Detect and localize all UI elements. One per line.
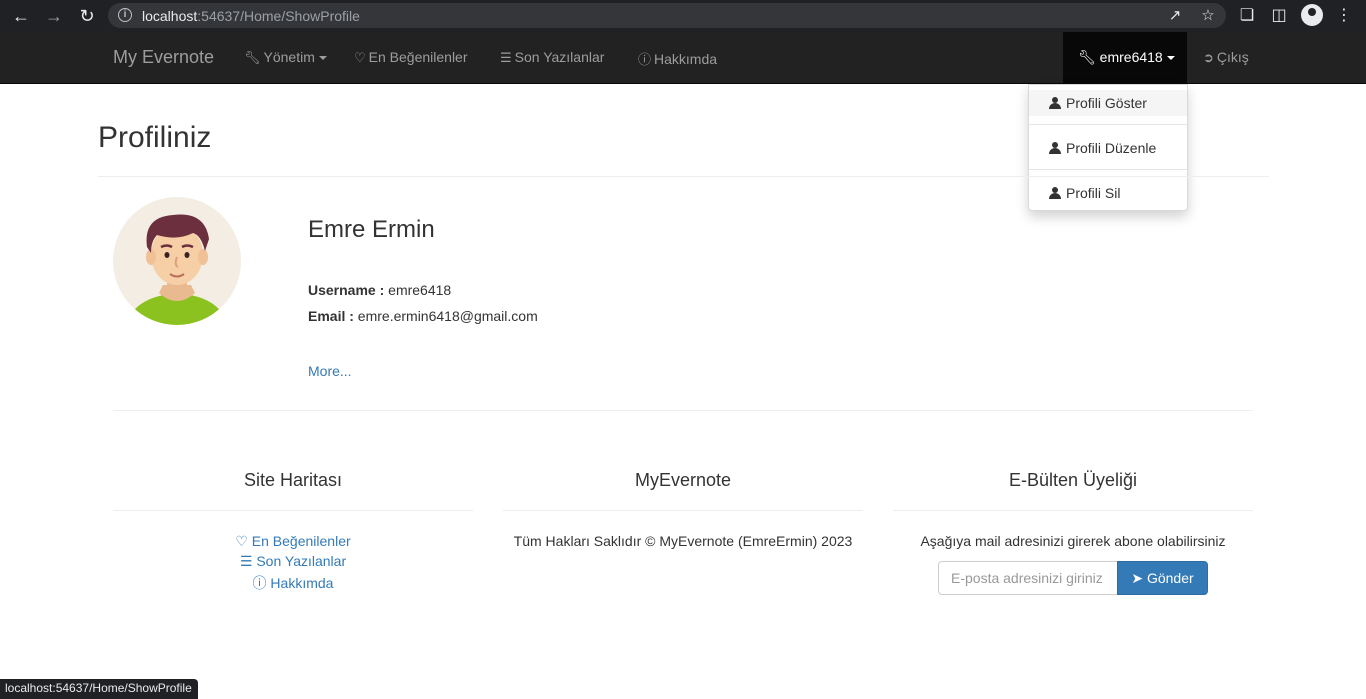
bookmark-star-icon[interactable]: ☆: [1198, 6, 1218, 26]
caret-down-icon: [318, 56, 327, 61]
wrench-icon: 🔧︎: [1078, 49, 1096, 65]
page-title: Profiliniz: [98, 121, 212, 154]
menu-divider: [1029, 124, 1187, 125]
user-icon: [1049, 187, 1061, 199]
user-icon: [1049, 142, 1061, 154]
sitemap-link-hakkimda[interactable]: ⓘ Hakkımda: [113, 573, 473, 593]
username-value: emre6418: [388, 282, 452, 298]
link-status-bubble: localhost:54637/Home/ShowProfile: [0, 679, 198, 699]
user-menu-toggle[interactable]: 🔧︎ emre6418: [1063, 32, 1187, 83]
profile-full-name: Emre Ermin: [308, 216, 435, 243]
share-icon[interactable]: ↗: [1165, 6, 1185, 26]
paper-plane-icon: ➤: [1131, 570, 1144, 586]
header-divider: [98, 176, 1269, 177]
side-panel-icon[interactable]: ◫: [1268, 5, 1290, 27]
info-icon: ⓘ: [252, 575, 267, 591]
about-divider: [503, 510, 863, 511]
browser-profile-avatar-icon[interactable]: [1301, 4, 1323, 26]
wrench-icon: 🔧︎: [244, 50, 261, 65]
profile-username-row: Username : emre6418: [308, 282, 451, 298]
menu-divider: [1029, 169, 1187, 170]
more-link[interactable]: More...: [308, 363, 352, 379]
content-divider: [113, 410, 1253, 411]
nav-yonetim[interactable]: 🔧︎ Yönetim: [244, 49, 327, 66]
site-info-icon[interactable]: i: [118, 8, 132, 22]
caret-down-icon: [1166, 56, 1175, 61]
menu-item-show-profile[interactable]: Profili Göster: [1029, 90, 1187, 116]
reload-icon[interactable]: ↻: [75, 4, 99, 28]
back-arrow-icon[interactable]: ←: [9, 4, 33, 28]
heart-icon: ♡: [235, 533, 248, 549]
browser-toolbar: ← → ↻ i localhost:54637/Home/ShowProfile…: [0, 0, 1366, 32]
url-text[interactable]: localhost:54637/Home/ShowProfile: [142, 8, 360, 24]
nav-son-yazilanlar[interactable]: ☰ Son Yazılanlar: [500, 49, 604, 66]
nav-hakkimda[interactable]: ⓘ Hakkımda: [638, 49, 717, 68]
extensions-puzzle-icon[interactable]: ❏: [1236, 5, 1258, 27]
profile-email-row: Email : emre.ermin6418@gmail.com: [308, 308, 538, 324]
menu-item-delete-profile[interactable]: Profili Sil: [1029, 180, 1187, 206]
nav-en-begenilenler[interactable]: ♡ En Beğenilenler: [354, 49, 468, 66]
newsletter-text: Aşağıya mail adresinizi girerek abone ol…: [920, 533, 1226, 549]
sitemap-link-son-yazilanlar[interactable]: ☰ Son Yazılanlar: [113, 553, 473, 570]
info-icon: ⓘ: [638, 52, 652, 67]
copyright-text: Tüm Hakları Saklıdır © MyEvernote (EmreE…: [513, 533, 853, 549]
address-bar[interactable]: i localhost:54637/Home/ShowProfile ↗ ☆: [108, 3, 1226, 28]
newsletter-email-input[interactable]: [938, 561, 1118, 595]
logout-icon: ➲: [1203, 50, 1214, 65]
user-dropdown-menu: Profili Göster Profili Düzenle Profili S…: [1028, 84, 1188, 211]
newsletter-title: E-Bülten Üyeliği: [1008, 470, 1138, 490]
browser-menu-icon[interactable]: ⋮: [1333, 5, 1355, 27]
list-icon: ☰: [239, 553, 253, 569]
about-title: MyEvernote: [634, 470, 732, 490]
newsletter-send-button[interactable]: ➤ Gönder: [1117, 561, 1208, 595]
profile-avatar: [113, 197, 241, 325]
username-label: Username :: [308, 282, 385, 298]
nav-logout[interactable]: ➲ Çıkış: [1203, 49, 1249, 66]
heart-icon: ♡: [354, 50, 366, 65]
list-icon: ☰: [500, 50, 512, 65]
email-label: Email :: [308, 308, 354, 324]
forward-arrow-icon[interactable]: →: [42, 4, 66, 28]
sitemap-title: Site Haritası: [243, 470, 343, 490]
newsletter-divider: [893, 510, 1253, 511]
sitemap-link-en-begenilenler[interactable]: ♡ En Beğenilenler: [113, 533, 473, 550]
user-icon: [1049, 97, 1061, 109]
menu-item-edit-profile[interactable]: Profili Düzenle: [1029, 135, 1187, 161]
navbar-brand[interactable]: My Evernote: [113, 47, 214, 68]
sitemap-divider: [113, 510, 473, 511]
email-value: emre.ermin6418@gmail.com: [357, 308, 538, 324]
